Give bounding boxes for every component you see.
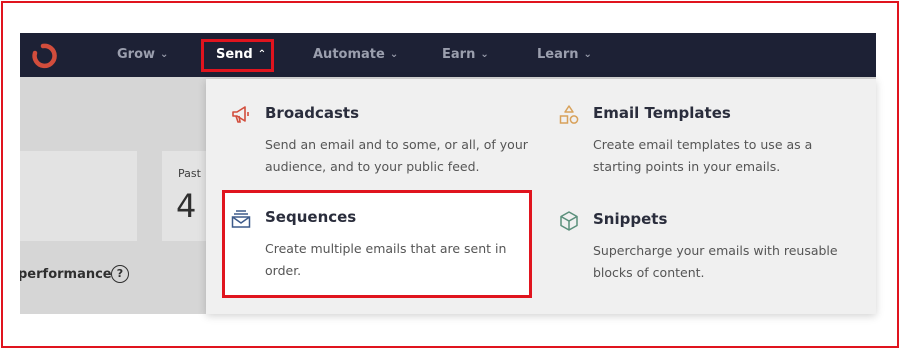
menu-item-sequences[interactable]: Sequences Create multiple emails that ar…: [230, 208, 520, 288]
nav-earn[interactable]: Earn ⌄: [442, 33, 489, 77]
menu-item-title: Broadcasts: [265, 104, 360, 122]
nav-grow[interactable]: Grow ⌄: [117, 33, 168, 77]
shapes-icon: [559, 105, 579, 124]
menu-item-description: Send an email and to some, or all, of yo…: [265, 137, 528, 174]
menu-item-description: Supercharge your emails with reusable bl…: [593, 243, 838, 280]
top-navbar: Grow ⌄ Send ⌃ Automate ⌄ Earn ⌄ Learn ⌄: [20, 33, 876, 77]
menu-item-title: Sequences: [265, 208, 357, 226]
chevron-down-icon: ⌄: [480, 49, 489, 60]
nav-automate[interactable]: Automate ⌄: [313, 33, 398, 77]
chevron-down-icon: ⌄: [389, 49, 399, 60]
cube-icon: [560, 211, 578, 231]
sequences-highlight-box: Sequences Create multiple emails that ar…: [222, 190, 532, 298]
send-highlight-box: [201, 39, 274, 72]
megaphone-icon: [232, 106, 249, 123]
logo-icon[interactable]: [30, 42, 58, 70]
mail-stack-icon: [231, 210, 251, 228]
menu-item-description: Create multiple emails that are sent in …: [265, 241, 507, 278]
nav-label: Learn: [537, 47, 579, 62]
nav-label: Grow: [117, 47, 156, 62]
menu-item-description: Create email templates to use as a start…: [593, 137, 813, 174]
nav-label: Earn: [442, 47, 476, 62]
menu-item-title: Email Templates: [593, 104, 731, 122]
chevron-down-icon: ⌄: [160, 49, 169, 60]
nav-learn[interactable]: Learn ⌄: [537, 33, 592, 77]
nav-label: Automate: [313, 47, 385, 62]
chevron-down-icon: ⌄: [583, 49, 592, 60]
menu-item-title: Snippets: [593, 210, 668, 228]
